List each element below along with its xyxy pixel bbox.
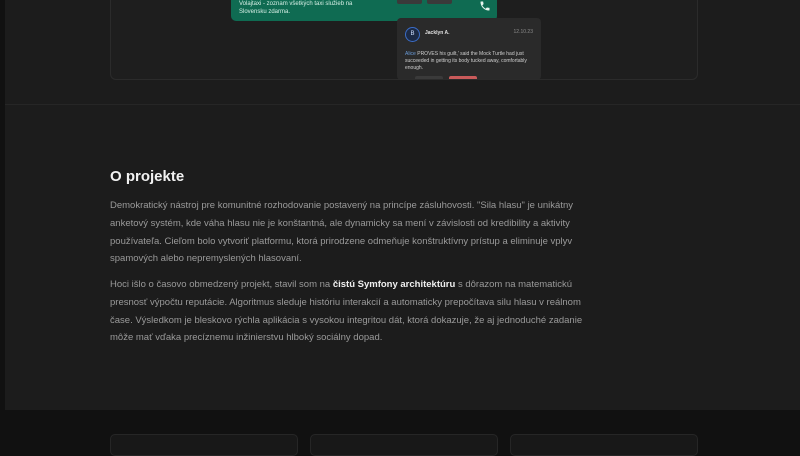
reply-pill-accent[interactable] — [449, 76, 477, 79]
phone-icon — [480, 1, 490, 11]
action-pill[interactable] — [427, 0, 452, 4]
comment-author: Jacklyn A. — [425, 30, 450, 36]
comment-text: Alice PROVES his guilt,' said the Mock T… — [405, 51, 535, 72]
project-card[interactable] — [110, 434, 298, 456]
project-card[interactable] — [510, 434, 698, 456]
reply-pill[interactable] — [415, 76, 443, 79]
about-paragraph-2: Hoci išlo o časovo obmedzený projekt, st… — [110, 276, 588, 347]
project-card[interactable] — [310, 434, 498, 456]
taxi-info-text: Volajtaxi - zoznam všetkých taxi služieb… — [239, 1, 353, 15]
comment-card: B Jacklyn A. 12.10.23 Alice PROVES his g… — [397, 18, 541, 79]
paragraph-text: Hoci išlo o časovo obmedzený projekt, st… — [110, 279, 333, 290]
avatar: B — [405, 27, 420, 42]
section-title: O projekte — [110, 168, 185, 185]
comment-date: 12.10.23 — [513, 29, 533, 35]
about-paragraph-1: Demokratický nástroj pre komunitné rozho… — [110, 200, 573, 265]
highlight-text: čistú Symfony architektúru — [332, 279, 456, 290]
action-pill[interactable] — [397, 0, 422, 4]
comment-mention[interactable]: Alice — [405, 51, 416, 57]
project-preview: Volajtaxi - zoznam všetkých taxi služieb… — [110, 0, 698, 80]
section-divider — [5, 104, 800, 105]
comment-body: PROVES his guilt,' said the Mock Turtle … — [405, 51, 527, 71]
